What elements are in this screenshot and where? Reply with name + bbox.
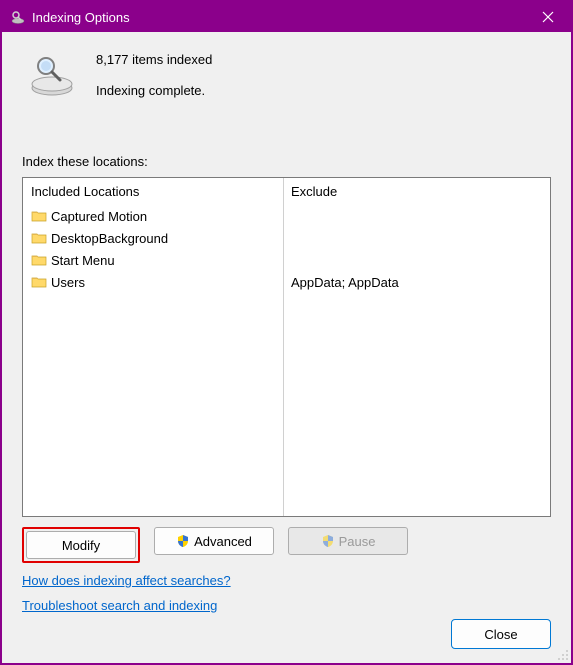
shield-icon [176, 534, 190, 548]
folder-icon [31, 274, 47, 290]
included-header[interactable]: Included Locations [29, 184, 277, 199]
button-label: Modify [62, 538, 100, 553]
dialog-window: Indexing Options 8,177 items indexed [0, 0, 573, 665]
items-indexed-text: 8,177 items indexed [96, 52, 212, 67]
exclude-value [291, 205, 544, 227]
column-divider[interactable] [283, 178, 284, 516]
location-name: Start Menu [51, 253, 115, 268]
magnifier-icon [28, 50, 76, 98]
app-icon [10, 9, 26, 25]
exclude-value [291, 249, 544, 271]
button-row: Modify Advanced [22, 527, 551, 563]
resize-grip[interactable] [557, 649, 569, 661]
exclude-value: AppData; AppData [291, 271, 544, 293]
folder-icon [31, 230, 47, 246]
troubleshoot-link[interactable]: Troubleshoot search and indexing [22, 598, 217, 613]
location-name: Captured Motion [51, 209, 147, 224]
folder-icon [31, 208, 47, 224]
how-indexing-link[interactable]: How does indexing affect searches? [22, 573, 231, 588]
list-item[interactable]: DesktopBackground [29, 227, 277, 249]
list-item[interactable]: Users [29, 271, 277, 293]
included-column: Included Locations Captured Motion Deskt… [23, 178, 283, 516]
indexing-state-text: Indexing complete. [96, 83, 212, 98]
dialog-content: 8,177 items indexed Indexing complete. I… [2, 32, 571, 663]
close-row: Close [451, 619, 551, 649]
exclude-column: Exclude AppData; AppData [283, 178, 550, 516]
status-row: 8,177 items indexed Indexing complete. [22, 50, 551, 114]
exclude-header[interactable]: Exclude [289, 184, 544, 199]
advanced-button[interactable]: Advanced [154, 527, 274, 555]
help-links: How does indexing affect searches? Troub… [22, 573, 551, 613]
title-bar[interactable]: Indexing Options [2, 2, 571, 32]
folder-icon [31, 252, 47, 268]
window-close-button[interactable] [525, 2, 571, 32]
status-texts: 8,177 items indexed Indexing complete. [96, 50, 212, 114]
location-name: DesktopBackground [51, 231, 168, 246]
shield-icon [321, 534, 335, 548]
button-label: Advanced [194, 534, 252, 549]
list-item[interactable]: Captured Motion [29, 205, 277, 227]
close-button[interactable]: Close [451, 619, 551, 649]
modify-highlight: Modify [22, 527, 140, 563]
pause-button: Pause [288, 527, 408, 555]
button-label: Close [484, 627, 517, 642]
exclude-value [291, 227, 544, 249]
close-icon [542, 11, 554, 23]
window-title: Indexing Options [32, 10, 130, 25]
locations-label: Index these locations: [22, 154, 551, 169]
locations-list[interactable]: Included Locations Captured Motion Deskt… [22, 177, 551, 517]
button-label: Pause [339, 534, 376, 549]
modify-button[interactable]: Modify [26, 531, 136, 559]
list-item[interactable]: Start Menu [29, 249, 277, 271]
location-name: Users [51, 275, 85, 290]
